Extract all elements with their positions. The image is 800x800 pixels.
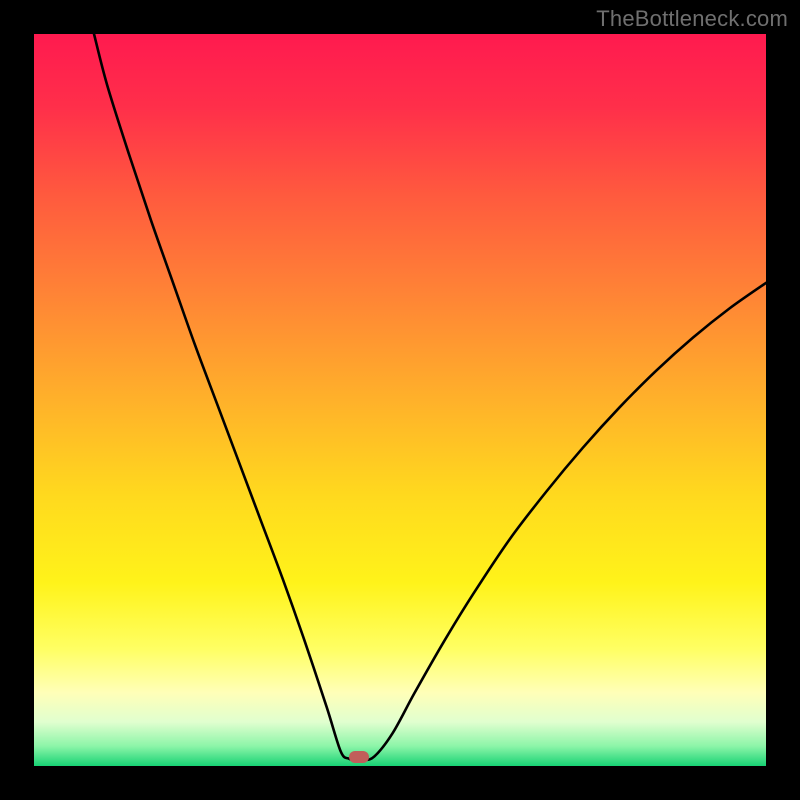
chart-frame: TheBottleneck.com xyxy=(0,0,800,800)
optimal-point-marker xyxy=(349,751,369,763)
bottleneck-curve xyxy=(34,34,766,766)
watermark-text: TheBottleneck.com xyxy=(596,6,788,32)
plot-area xyxy=(34,34,766,766)
